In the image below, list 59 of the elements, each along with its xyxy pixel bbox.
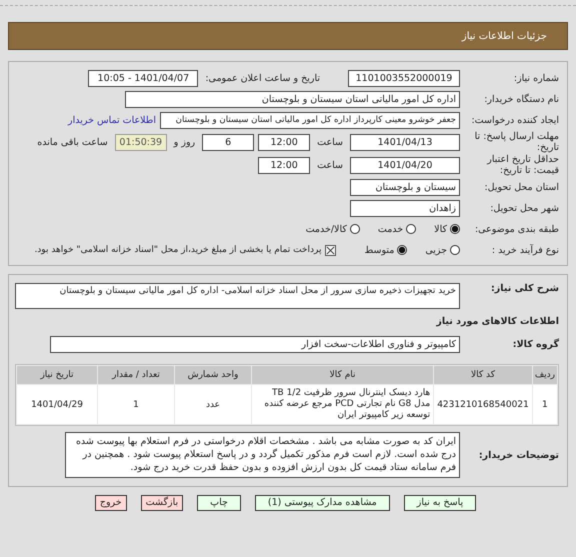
buyer-contact-link[interactable]: اطلاعات تماس خریدار	[68, 114, 156, 126]
field-label: حداقل تاریخ اعتبار قیمت: تا تاریخ:	[486, 154, 559, 176]
field-label: ایجاد کننده درخواست:	[470, 114, 559, 126]
field-label: نوع فرآیند خرید :	[490, 244, 559, 256]
field-label: گروه کالا:	[512, 338, 559, 350]
section-title: اطلاعات کالاهای مورد نیاز	[436, 315, 559, 329]
deadline-date-field: 1401/04/13	[350, 134, 460, 150]
page-title: جزئیات اطلاعات نیاز	[462, 30, 547, 42]
action-button[interactable]: بازگشت	[140, 495, 184, 511]
creator-field: جعفر خوشرو معینی کارپرداز اداره کل امور مالیاتی استان سیستان و بلوچستان	[160, 112, 460, 128]
action-button[interactable]: مشاهده مدارک پیوستی (1)	[254, 495, 390, 511]
field-label: ساعت	[317, 136, 343, 148]
field-label: ساعت	[317, 160, 343, 170]
province-field: سیستان و بلوچستان	[350, 178, 460, 196]
table-cell: 1	[98, 385, 174, 424]
field-label: شماره نیاز:	[512, 72, 559, 84]
column-header: تاریخ نیاز	[17, 366, 97, 384]
city-field: زاهدان	[350, 200, 460, 216]
field-label: ساعت باقی مانده	[37, 136, 108, 148]
need-number-field: 1101003552000019	[348, 70, 460, 86]
buyer-field: اداره کل امور مالیاتی استان سیستان و بلوچستان	[125, 90, 460, 108]
process-radio-option[interactable]: جزیی	[425, 244, 460, 256]
table-cell: عدد	[175, 385, 251, 424]
goods-group-field: کامپیوتر و فناوری اطلاعات-سخت افزار	[50, 336, 460, 352]
payment-checkbox[interactable]	[325, 244, 336, 256]
table-cell: هارد دیسک اینترنال سرور ظرفیت 1/2 TB مدل G8 نام تجارتی PCD مرجع عرضه کننده توسعه زیر کامپیوتر ایران	[252, 385, 434, 424]
validity-time-field: 12:00	[258, 156, 310, 174]
field-label: شهر محل تحویل:	[489, 202, 559, 214]
column-header: نام کالا	[252, 366, 434, 384]
field-label: تاریخ و ساعت اعلان عمومی:	[205, 72, 320, 84]
payment-note: پرداخت تمام یا بخشی از مبلغ خرید،از محل "اسناد خزانه اسلامی" خواهد بود.	[34, 245, 322, 255]
category-radio-option[interactable]: کالا/خدمت	[306, 224, 360, 234]
column-header: تعداد / مقدار	[98, 366, 174, 384]
field-label: طبقه بندی موضوعی:	[474, 224, 559, 234]
field-label: شرح کلی نیاز:	[490, 283, 559, 294]
category-radio-option[interactable]: کالا	[434, 224, 460, 234]
remaining-time-field: 01:50:39	[114, 134, 167, 150]
category-radio-option[interactable]: خدمت	[378, 224, 416, 234]
buyer-notes-field: ایران کد به صورت مشابه می باشد . مشخصات اقلام درخواستی در فرم استعلام بها پیوست شده درج شده است. لازم است فرم مذکور تکمیل گردد و در پاسخ استعلام پیوست شود . همچنین در فرم سامانه ستاد قیمت کل بدون ارزش افزوده و بدون حفظ قدرت خرید درج شود.	[65, 432, 460, 478]
field-label: مهلت ارسال پاسخ: تا تاریخ:	[474, 131, 559, 153]
process-radio-option[interactable]: متوسط	[364, 244, 408, 256]
table-cell: 1	[532, 385, 557, 424]
field-label: نام دستگاه خریدار:	[483, 94, 559, 104]
column-header: کد کالا	[434, 366, 532, 384]
action-button[interactable]: پاسخ به نیاز	[404, 495, 476, 511]
action-button[interactable]: خروج	[94, 495, 127, 511]
action-button[interactable]: چاپ	[197, 495, 241, 511]
description-field: خرید تجهیزات ذخیره سازی سرور از محل اسناد خزانه اسلامی- اداره کل امور مالیاتی سیستان و بلوچستان	[15, 283, 460, 309]
field-label: استان محل تحویل:	[483, 182, 559, 192]
announce-date-field: 1401/04/07 - 10:05	[88, 70, 198, 86]
table-cell: 4231210168540021	[434, 385, 532, 424]
field-label: توضیحات خریدار:	[478, 450, 559, 460]
table-cell: 1401/04/29	[17, 385, 97, 424]
validity-date-field: 1401/04/20	[350, 156, 460, 174]
deadline-time-field: 12:00	[258, 134, 310, 150]
column-header: ردیف	[532, 366, 557, 384]
column-header: واحد شمارش	[175, 366, 251, 384]
days-field: 6	[202, 134, 254, 150]
field-label: روز و	[174, 136, 196, 148]
